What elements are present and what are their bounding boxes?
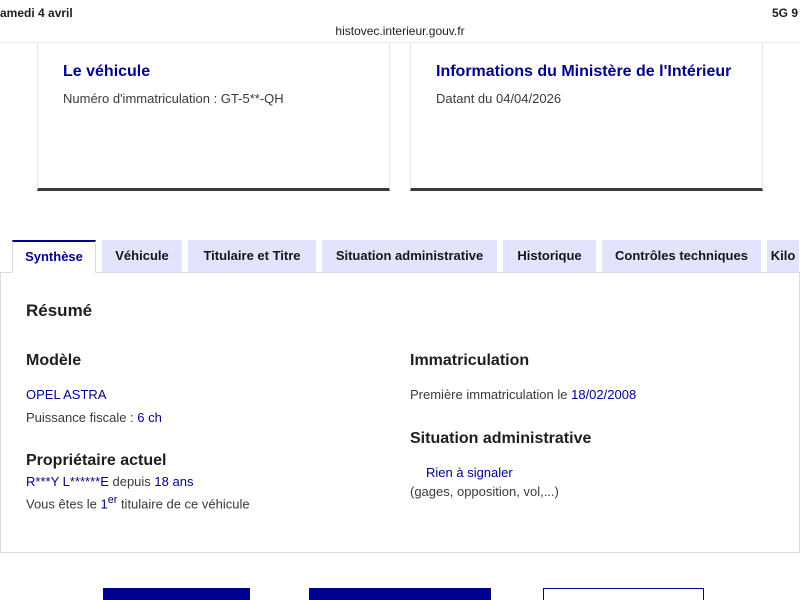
power-line: Puissance fiscale : 6 ch xyxy=(26,410,162,425)
ministry-card-title: Informations du Ministère de l'Intérieur xyxy=(436,63,732,80)
holder-line: Vous êtes le 1er titulaire de ce véhicul… xyxy=(26,494,250,511)
status-date: amedi 4 avril xyxy=(0,6,73,20)
owner-line: R***Y L******E depuis 18 ans xyxy=(26,474,193,489)
power-label: Puissance fiscale : xyxy=(26,410,138,425)
holder-post: titulaire de ce véhicule xyxy=(117,496,250,512)
status-bar: amedi 4 avril 5G 9 xyxy=(0,0,800,22)
summary-title: Résumé xyxy=(26,301,93,320)
registration-line: Première immatriculation le 18/02/2008 xyxy=(410,387,636,402)
holder-pre: Vous êtes le xyxy=(26,496,101,512)
power-value: 6 ch xyxy=(137,410,162,425)
model-heading: Modèle xyxy=(26,352,82,369)
summary-panel: Résumé Modèle OPEL ASTRA Puissance fisca… xyxy=(0,272,800,553)
action-button-3[interactable] xyxy=(543,588,704,600)
holder-number: 1 xyxy=(100,496,108,512)
since-label: depuis xyxy=(108,474,155,489)
tab-vehicule[interactable]: Véhicule xyxy=(102,240,182,272)
plate-number: Numéro d'immatriculation : GT-5**-QH xyxy=(63,91,284,106)
registration-heading: Immatriculation xyxy=(410,352,530,369)
registration-date: 18/02/2008 xyxy=(571,387,637,402)
since-value: 18 ans xyxy=(154,474,194,489)
owner-heading: Propriétaire actuel xyxy=(26,452,167,469)
admin-note: (gages, opposition, vol,...) xyxy=(410,484,559,499)
model-value: OPEL ASTRA xyxy=(26,387,107,402)
tab-bar: Synthèse Véhicule Titulaire et Titre Sit… xyxy=(12,240,799,273)
tab-synthese[interactable]: Synthèse xyxy=(12,240,96,273)
tab-controles[interactable]: Contrôles techniques xyxy=(602,240,761,272)
admin-status: Rien à signaler xyxy=(426,465,513,480)
action-button-1[interactable] xyxy=(103,588,250,600)
ministry-card: Informations du Ministère de l'Intérieur… xyxy=(410,43,763,191)
action-button-2[interactable] xyxy=(309,588,491,600)
address-bar[interactable]: histovec.interieur.gouv.fr xyxy=(0,24,800,38)
signal-indicator: 5G 9 xyxy=(771,6,798,20)
vehicle-card-title: Le véhicule xyxy=(63,63,151,80)
tab-historique[interactable]: Historique xyxy=(503,240,596,272)
admin-heading: Situation administrative xyxy=(410,430,592,447)
tab-titulaire[interactable]: Titulaire et Titre xyxy=(188,240,316,272)
owner-name: R***Y L******E xyxy=(26,474,109,489)
tab-situation[interactable]: Situation administrative xyxy=(322,240,497,272)
holder-sup: er xyxy=(107,494,118,506)
registration-label: Première immatriculation le xyxy=(410,387,572,402)
tab-kilometrage[interactable]: Kilo xyxy=(767,240,799,272)
ministry-date: Datant du 04/04/2026 xyxy=(436,91,562,106)
vehicle-card: Le véhicule Numéro d'immatriculation : G… xyxy=(37,43,390,191)
